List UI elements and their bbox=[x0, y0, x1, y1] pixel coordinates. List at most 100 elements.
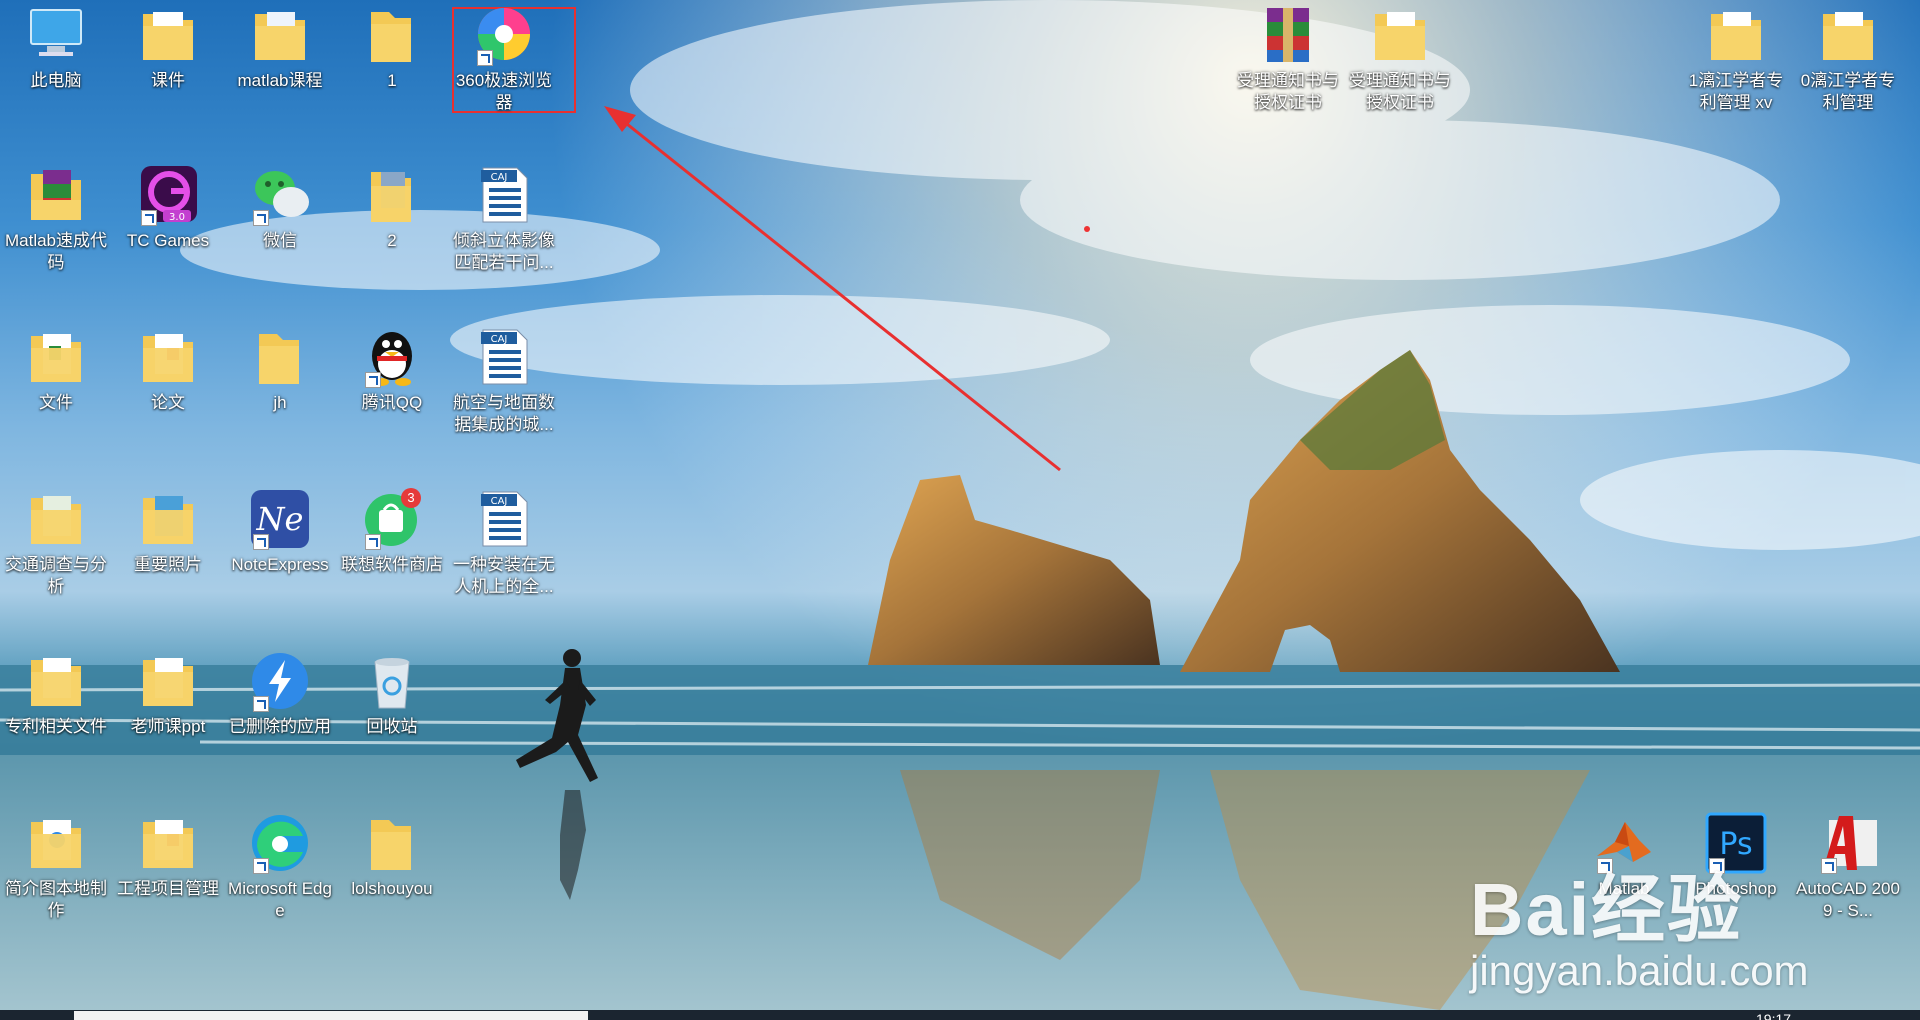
icon-label: Microsoft Edge bbox=[228, 879, 332, 920]
desktop-icon-folder-1[interactable]: 1 bbox=[336, 0, 448, 92]
desktop-icon-edge[interactable]: Microsoft Edge bbox=[224, 808, 336, 922]
desktop-icon-360-browser[interactable]: 360极速浏览器 bbox=[448, 0, 560, 114]
deleted-apps-icon bbox=[249, 650, 311, 712]
icon-label: 受理通知书与授权证书 bbox=[1237, 71, 1339, 112]
icon-label: matlab课程 bbox=[237, 71, 323, 90]
folder-icon bbox=[137, 488, 199, 550]
caj-document-icon: CAJ bbox=[473, 164, 535, 226]
this-pc-icon bbox=[25, 4, 87, 66]
folder-icon bbox=[25, 326, 87, 388]
qq-icon bbox=[361, 326, 423, 388]
tc-games-icon: 3.0 bbox=[137, 164, 199, 226]
icon-label: 0漓江学者专利管理 bbox=[1800, 71, 1896, 112]
icon-label: 腾讯QQ bbox=[361, 393, 423, 412]
icon-label: Matlab速成代码 bbox=[4, 231, 108, 272]
svg-text:3.0: 3.0 bbox=[169, 212, 185, 223]
desktop-icon-important-photos[interactable]: 重要照片 bbox=[112, 484, 224, 576]
icon-label: 2 bbox=[387, 231, 397, 250]
desktop-icon-noteexpress[interactable]: Ne NoteExpress bbox=[224, 484, 336, 576]
desktop-icon-matlab-code[interactable]: Matlab速成代码 bbox=[0, 160, 112, 274]
desktop[interactable]: 此电脑 课件 matlab课程 1 360极速浏览器 受理通知书与授权证书 受理… bbox=[0, 0, 1920, 1020]
folder-icon bbox=[361, 164, 423, 226]
desktop-icon-jh[interactable]: jh bbox=[224, 322, 336, 414]
desktop-icon-folder-2[interactable]: 2 bbox=[336, 160, 448, 252]
icon-label: 已删除的应用 bbox=[229, 717, 331, 736]
shortcut-arrow-icon bbox=[253, 696, 269, 712]
desktop-icon-teacher-ppt[interactable]: 老师课ppt bbox=[112, 646, 224, 738]
icon-label: NoteExpress bbox=[231, 555, 329, 574]
icon-label: 回收站 bbox=[366, 717, 418, 736]
desktop-icon-this-pc[interactable]: 此电脑 bbox=[0, 0, 112, 92]
desktop-icon-project-management[interactable]: 工程项目管理 bbox=[112, 808, 224, 900]
icon-label: 1 bbox=[387, 71, 397, 90]
desktop-icon-caj-aerial[interactable]: CAJ 航空与地面数据集成的城... bbox=[448, 322, 560, 436]
folder-icon bbox=[25, 650, 87, 712]
folder-icon bbox=[137, 326, 199, 388]
taskbar-search-box[interactable] bbox=[74, 1011, 588, 1020]
desktop-icon-lijiang-xv[interactable]: 1漓江学者专利管理 xv bbox=[1680, 0, 1792, 114]
shortcut-arrow-icon bbox=[365, 372, 381, 388]
icon-label: 联想软件商店 bbox=[341, 555, 443, 574]
folder-icon bbox=[1817, 4, 1879, 66]
icon-label: 文件 bbox=[39, 393, 73, 412]
desktop-icon-wechat[interactable]: 微信 bbox=[224, 160, 336, 252]
icon-label: 专利相关文件 bbox=[5, 717, 107, 736]
desktop-icon-intro-map[interactable]: 简介图本地制作 bbox=[0, 808, 112, 922]
folder-icon bbox=[137, 650, 199, 712]
folder-icon bbox=[1705, 4, 1767, 66]
folder-icon bbox=[361, 812, 423, 874]
desktop-icon-notice-folder[interactable]: 受理通知书与授权证书 bbox=[1344, 0, 1456, 114]
icon-label: 1漓江学者专利管理 xv bbox=[1688, 71, 1784, 112]
caj-document-icon: CAJ bbox=[473, 326, 535, 388]
notification-badge: 3 bbox=[407, 490, 415, 505]
icon-label: 倾斜立体影像匹配若干问... bbox=[453, 231, 555, 272]
desktop-icon-caj-tilt[interactable]: CAJ 倾斜立体影像匹配若干问... bbox=[448, 160, 560, 274]
lenovo-store-icon: 3 bbox=[361, 488, 423, 550]
icon-label: jh bbox=[273, 393, 287, 412]
desktop-icon-files[interactable]: 文件 bbox=[0, 322, 112, 414]
desktop-icon-tc-games[interactable]: 3.0 TC Games bbox=[112, 160, 224, 252]
icon-label: 一种安装在无人机上的全... bbox=[453, 555, 555, 596]
desktop-icon-patent-files[interactable]: 专利相关文件 bbox=[0, 646, 112, 738]
icon-label: 交通调查与分析 bbox=[5, 555, 107, 596]
winrar-archive-icon bbox=[25, 164, 87, 226]
folder-icon bbox=[25, 488, 87, 550]
taskbar-clock[interactable]: 19:17 bbox=[1756, 1010, 1816, 1020]
shortcut-arrow-icon bbox=[253, 858, 269, 874]
desktop-icon-qq[interactable]: 腾讯QQ bbox=[336, 322, 448, 414]
desktop-icon-deleted-apps[interactable]: 已删除的应用 bbox=[224, 646, 336, 738]
desktop-icon-lijiang[interactable]: 0漓江学者专利管理 bbox=[1792, 0, 1904, 114]
folder-icon bbox=[137, 812, 199, 874]
edge-icon bbox=[249, 812, 311, 874]
svg-text:CAJ: CAJ bbox=[491, 334, 508, 345]
desktop-icon-lolshouyou[interactable]: lolshouyou bbox=[336, 808, 448, 900]
icon-label: 老师课ppt bbox=[130, 717, 206, 736]
desktop-icon-matlab-course[interactable]: matlab课程 bbox=[224, 0, 336, 92]
desktop-icon-notice-archive[interactable]: 受理通知书与授权证书 bbox=[1232, 0, 1344, 114]
icon-label: 360极速浏览器 bbox=[455, 71, 553, 112]
watermark-url: jingyan.baidu.com bbox=[1470, 947, 1809, 994]
shortcut-arrow-icon bbox=[365, 534, 381, 550]
winrar-archive-icon bbox=[1257, 4, 1319, 66]
folder-icon bbox=[361, 4, 423, 66]
watermark-brand: Bai经验 bbox=[1470, 868, 1744, 951]
baidu-jingyan-watermark: Bai经验 jingyan.baidu.com bbox=[1470, 850, 1920, 995]
desktop-icon-courseware[interactable]: 课件 bbox=[112, 0, 224, 92]
desktop-icon-papers[interactable]: 论文 bbox=[112, 322, 224, 414]
desktop-icon-traffic-survey[interactable]: 交通调查与分析 bbox=[0, 484, 112, 598]
svg-text:CAJ: CAJ bbox=[491, 496, 508, 507]
shortcut-arrow-icon bbox=[477, 50, 493, 66]
icon-label: 重要照片 bbox=[134, 555, 202, 574]
folder-icon bbox=[249, 4, 311, 66]
folder-icon bbox=[1369, 4, 1431, 66]
wechat-icon bbox=[249, 164, 311, 226]
icon-label: TC Games bbox=[126, 231, 210, 250]
desktop-icon-lenovo-store[interactable]: 3 联想软件商店 bbox=[336, 484, 448, 576]
svg-text:CAJ: CAJ bbox=[491, 172, 508, 183]
shortcut-arrow-icon bbox=[141, 210, 157, 226]
caj-document-icon: CAJ bbox=[473, 488, 535, 550]
browser-360-icon bbox=[473, 4, 535, 66]
desktop-icon-recycle-bin[interactable]: 回收站 bbox=[336, 646, 448, 738]
icon-label: 课件 bbox=[151, 71, 185, 90]
desktop-icon-caj-uav[interactable]: CAJ 一种安装在无人机上的全... bbox=[448, 484, 560, 598]
